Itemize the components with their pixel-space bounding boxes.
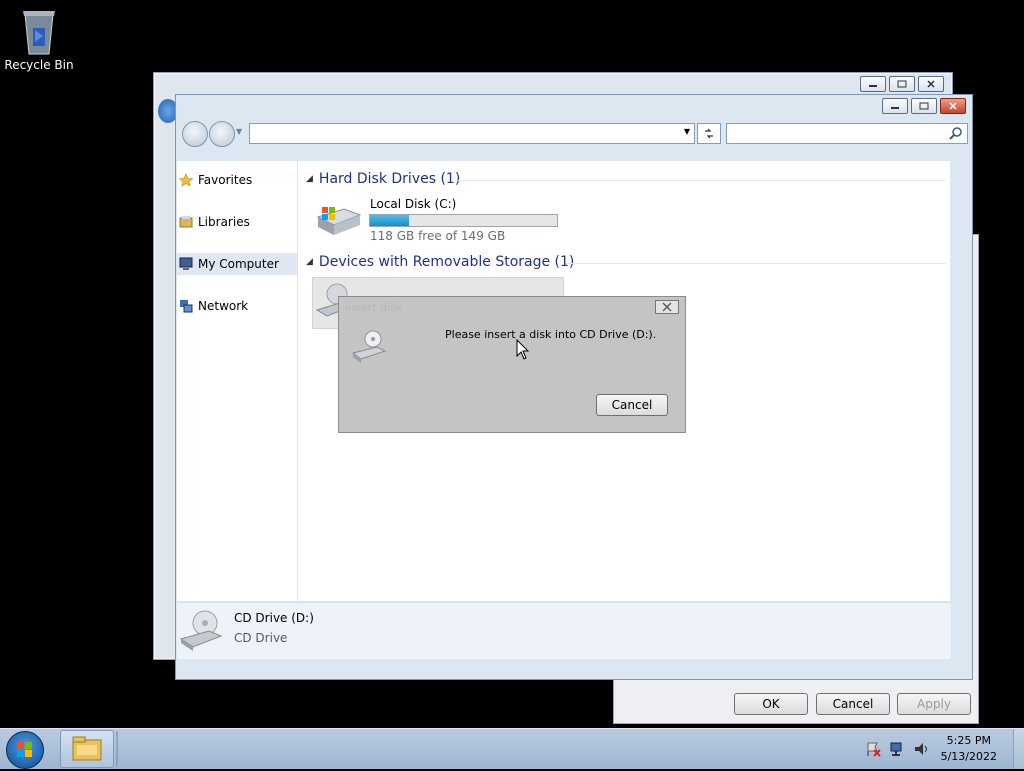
dialog-message: Please insert a disk into CD Drive (D:). xyxy=(445,328,657,341)
nav-item-favorites[interactable]: Favorites xyxy=(177,169,297,191)
clock-date: 5/13/2022 xyxy=(940,750,997,763)
local-disk-name: Local Disk (C:) xyxy=(370,197,457,211)
address-bar[interactable]: ▼ xyxy=(249,123,695,144)
back-button[interactable] xyxy=(182,121,208,147)
properties-cancel-button[interactable]: Cancel xyxy=(816,693,890,715)
group-divider xyxy=(458,180,946,181)
group-title: Devices with Removable Storage (1) xyxy=(318,254,575,270)
libraries-icon xyxy=(179,216,193,228)
close-icon xyxy=(927,80,935,88)
action-center-flag-icon[interactable] xyxy=(865,741,883,757)
start-button[interactable] xyxy=(6,731,44,769)
collapse-triangle-icon: ◢ xyxy=(306,257,313,267)
ok-button[interactable]: OK xyxy=(734,693,808,715)
disk-usage-bar xyxy=(369,214,558,227)
local-disk-free-space: 118 GB free of 149 GB xyxy=(370,229,506,243)
nav-label: My Computer xyxy=(198,257,279,271)
taskbar: 5:25 PM 5/13/2022 xyxy=(0,728,1024,769)
close-icon xyxy=(662,302,672,312)
nav-label: Libraries xyxy=(198,215,250,229)
maximize-button[interactable] xyxy=(889,76,915,92)
search-input[interactable] xyxy=(726,123,968,144)
cd-drive-icon xyxy=(179,610,223,651)
taskbar-explorer-button[interactable] xyxy=(60,730,114,768)
minimize-icon xyxy=(891,107,899,109)
hard-drive-icon xyxy=(316,207,362,235)
recent-pages-chevron-icon[interactable]: ▼ xyxy=(236,127,242,136)
local-disk-item[interactable]: Local Disk (C:) 118 GB free of 149 GB xyxy=(314,195,564,243)
clock[interactable]: 5:25 PM 5/13/2022 xyxy=(941,733,997,765)
recycle-bin-label: Recycle Bin xyxy=(4,58,74,72)
refresh-icon xyxy=(705,128,713,139)
insert-disk-dialog[interactable]: Insert disk Please insert a disk into CD… xyxy=(338,296,686,433)
minimize-button[interactable] xyxy=(860,76,886,92)
maximize-button[interactable] xyxy=(911,98,937,114)
network-status-icon[interactable] xyxy=(889,741,907,757)
minimize-icon xyxy=(869,85,877,87)
nav-item-libraries[interactable]: Libraries xyxy=(177,211,297,233)
show-desktop-button[interactable] xyxy=(1013,729,1024,769)
windows-logo-icon xyxy=(17,742,32,757)
star-icon xyxy=(179,173,193,187)
close-button[interactable] xyxy=(940,98,966,114)
maximize-icon xyxy=(919,102,929,110)
details-item-type: CD Drive xyxy=(234,631,288,645)
refresh-button[interactable] xyxy=(697,123,721,144)
recycle-bin-desktop-icon[interactable]: Recycle Bin xyxy=(4,6,74,72)
close-icon xyxy=(949,102,957,110)
apply-button[interactable]: Apply xyxy=(897,693,971,715)
cd-drive-icon xyxy=(351,330,387,363)
dialog-title: Insert disk xyxy=(345,301,403,314)
nav-label: Favorites xyxy=(198,173,253,187)
forward-button[interactable] xyxy=(209,121,235,147)
navigation-pane: Favorites Libraries My Computer Network xyxy=(177,161,298,601)
group-header-hard-disk[interactable]: ◢ Hard Disk Drives (1) xyxy=(306,171,460,187)
nav-item-network[interactable]: Network xyxy=(177,295,297,317)
details-item-name: CD Drive (D:) xyxy=(234,611,314,625)
folder-icon xyxy=(72,736,102,761)
nav-label: Network xyxy=(198,299,249,313)
volume-icon[interactable] xyxy=(913,741,931,757)
recycle-bin-icon xyxy=(23,11,55,55)
clock-time: 5:25 PM xyxy=(946,734,991,747)
close-button[interactable] xyxy=(918,76,944,92)
system-tray: 5:25 PM 5/13/2022 xyxy=(865,729,1024,769)
network-icon xyxy=(180,300,193,313)
minimize-button[interactable] xyxy=(882,98,908,114)
dialog-close-button[interactable] xyxy=(655,300,679,314)
computer-icon xyxy=(179,257,193,270)
dialog-cancel-button[interactable]: Cancel xyxy=(596,394,668,416)
group-title: Hard Disk Drives (1) xyxy=(318,171,461,187)
details-pane: CD Drive (D:) CD Drive xyxy=(177,602,951,659)
search-icon xyxy=(949,127,962,140)
maximize-icon xyxy=(897,80,907,88)
navigation-bar: ▼ ▼ xyxy=(176,117,972,149)
mouse-cursor-icon xyxy=(516,339,530,360)
address-dropdown-icon[interactable]: ▼ xyxy=(684,127,690,136)
disk-usage-fill xyxy=(370,215,410,226)
group-divider xyxy=(566,263,946,264)
nav-item-my-computer[interactable]: My Computer xyxy=(177,253,297,275)
taskbar-separator xyxy=(116,731,118,767)
collapse-triangle-icon: ◢ xyxy=(306,174,313,184)
group-header-removable[interactable]: ◢ Devices with Removable Storage (1) xyxy=(306,254,574,270)
